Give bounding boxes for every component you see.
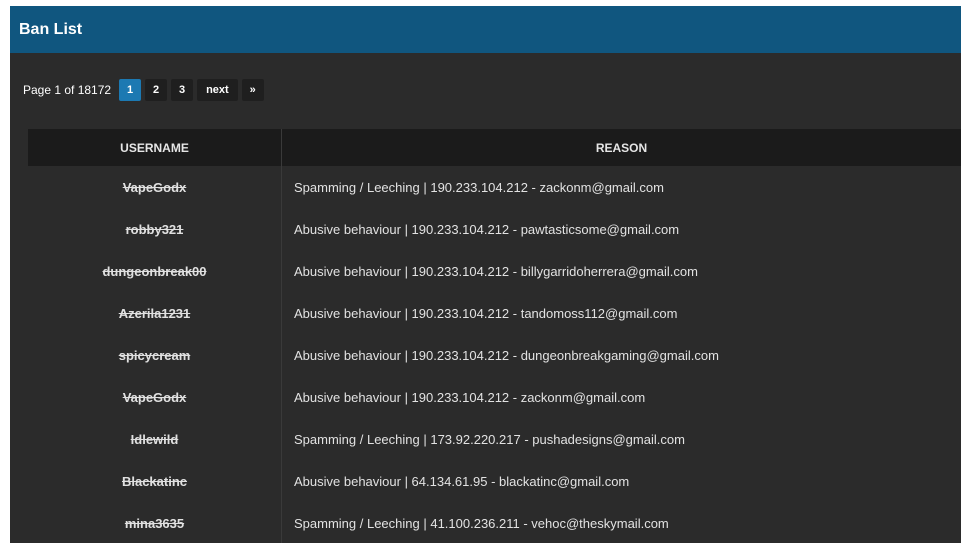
- last-page-button[interactable]: »: [241, 79, 264, 101]
- next-page-button[interactable]: next: [197, 79, 238, 101]
- panel-title: Ban List: [19, 20, 83, 38]
- ban-list-panel: Ban List Page 1 of 18172 1 2 3 next » US…: [10, 6, 961, 543]
- username-cell: Azerila1231: [118, 305, 191, 321]
- username-cell: VapeGodx: [122, 179, 187, 195]
- reason-cell: Abusive behaviour | 190.233.104.212 - du…: [281, 334, 961, 376]
- reason-cell: Abusive behaviour | 64.134.61.95 - black…: [281, 460, 961, 502]
- username-cell: spicycream: [118, 347, 191, 363]
- table-row: mina3635 Spamming / Leeching | 41.100.23…: [28, 502, 961, 543]
- table-row: VapeGodx Spamming / Leeching | 190.233.1…: [28, 166, 961, 208]
- reason-cell: Abusive behaviour | 190.233.104.212 - za…: [281, 376, 961, 418]
- reason-column-header[interactable]: REASON: [281, 129, 961, 166]
- username-cell: Idlewild: [130, 431, 179, 447]
- table-header-row: USERNAME REASON: [28, 129, 961, 166]
- reason-cell: Spamming / Leeching | 173.92.220.217 - p…: [281, 418, 961, 460]
- username-cell: dungeonbreak00: [102, 263, 207, 279]
- page-button-2[interactable]: 2: [145, 79, 168, 101]
- pagination: Page 1 of 18172 1 2 3 next »: [23, 79, 268, 101]
- reason-cell: Abusive behaviour | 190.233.104.212 - ta…: [281, 292, 961, 334]
- reason-cell: Spamming / Leeching | 190.233.104.212 - …: [281, 166, 961, 208]
- page-info: Page 1 of 18172: [23, 83, 112, 97]
- table-row: Idlewild Spamming / Leeching | 173.92.22…: [28, 418, 961, 460]
- reason-cell: Abusive behaviour | 190.233.104.212 - pa…: [281, 208, 961, 250]
- table-row: robby321 Abusive behaviour | 190.233.104…: [28, 208, 961, 250]
- reason-cell: Abusive behaviour | 190.233.104.212 - bi…: [281, 250, 961, 292]
- page-button-3[interactable]: 3: [171, 79, 194, 101]
- username-cell: VapeGodx: [122, 389, 187, 405]
- table-row: dungeonbreak00 Abusive behaviour | 190.2…: [28, 250, 961, 292]
- username-cell: Blackatinc: [121, 473, 188, 489]
- panel-header: Ban List: [10, 6, 961, 53]
- username-column-header[interactable]: USERNAME: [28, 129, 282, 166]
- username-cell: mina3635: [124, 515, 185, 531]
- table-row: VapeGodx Abusive behaviour | 190.233.104…: [28, 376, 961, 418]
- username-cell: robby321: [125, 221, 184, 237]
- table-row: Blackatinc Abusive behaviour | 64.134.61…: [28, 460, 961, 502]
- table-row: spicycream Abusive behaviour | 190.233.1…: [28, 334, 961, 376]
- page-button-1[interactable]: 1: [119, 79, 142, 101]
- table-row: Azerila1231 Abusive behaviour | 190.233.…: [28, 292, 961, 334]
- reason-cell: Spamming / Leeching | 41.100.236.211 - v…: [281, 502, 961, 543]
- ban-table: USERNAME REASON VapeGodx Spamming / Leec…: [28, 129, 961, 543]
